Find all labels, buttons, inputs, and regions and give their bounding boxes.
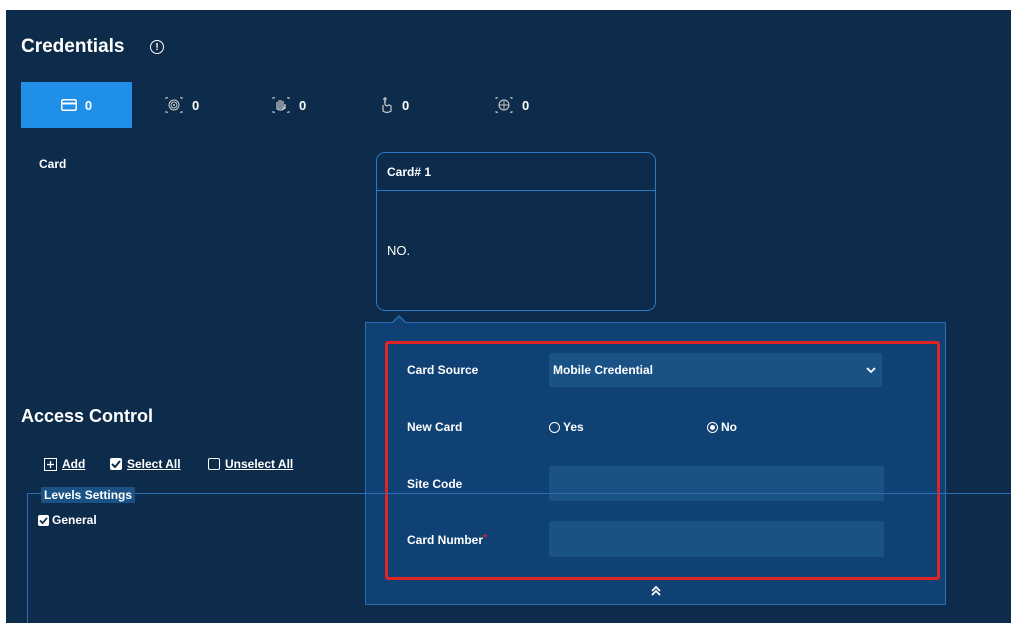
- card-number-input[interactable]: [549, 521, 884, 557]
- radio-unselected-icon: [549, 421, 560, 433]
- access-control-title: Access Control: [21, 406, 154, 426]
- face-icon: [495, 97, 513, 113]
- card-section-label: Card: [39, 157, 67, 171]
- tab-palm[interactable]: 0: [271, 82, 306, 128]
- tab-fingerprint[interactable]: 0: [164, 82, 199, 128]
- chevron-down-icon: [866, 367, 876, 374]
- credentials-title: Credentials: [21, 36, 125, 57]
- site-code-input[interactable]: [549, 466, 884, 501]
- unselect-all-button[interactable]: Unselect All: [208, 457, 293, 471]
- card-number-label-text: Card Number: [407, 533, 484, 547]
- tab-face[interactable]: 0: [494, 82, 529, 128]
- finger-vein-icon: [382, 97, 392, 114]
- new-card-no-label: No: [721, 420, 737, 434]
- card-icon: [60, 99, 77, 111]
- new-card-yes-label: Yes: [563, 420, 584, 434]
- card-source-select[interactable]: Mobile Credential: [549, 353, 882, 387]
- card-slot[interactable]: Card# 1 NO.: [376, 152, 656, 311]
- tab-finger-vein[interactable]: 0: [380, 82, 409, 128]
- level-general-checkbox[interactable]: General: [38, 513, 97, 527]
- card-source-value: Mobile Credential: [553, 363, 654, 377]
- site-code-label: Site Code: [407, 477, 463, 491]
- select-all-button[interactable]: Select All: [110, 457, 181, 471]
- card-slot-number: NO.: [387, 243, 411, 258]
- tab-card[interactable]: 0: [21, 82, 132, 128]
- levels-top-border: [27, 493, 1011, 494]
- add-button[interactable]: Add: [44, 457, 85, 471]
- info-circle-icon[interactable]: !: [150, 40, 164, 54]
- plus-box-icon: [44, 457, 57, 471]
- card-number-label: Card Number*: [407, 533, 487, 547]
- new-card-label: New Card: [407, 420, 463, 434]
- add-label: Add: [62, 457, 86, 471]
- card-slot-header: Card# 1: [387, 165, 432, 179]
- palm-icon: [272, 97, 290, 113]
- card-slot-divider: [377, 190, 655, 191]
- unselect-all-label: Unselect All: [225, 457, 294, 471]
- tab-finger-vein-count: 0: [402, 97, 410, 113]
- level-general-label: General: [52, 513, 97, 527]
- radio-selected-icon: [707, 421, 718, 433]
- levels-settings-legend: Levels Settings: [41, 487, 136, 503]
- fingerprint-icon: [165, 97, 183, 113]
- tab-fingerprint-count: 0: [192, 97, 200, 113]
- new-card-yes-radio[interactable]: Yes: [549, 420, 584, 434]
- levels-left-border: [27, 493, 28, 623]
- new-card-no-radio[interactable]: No: [707, 420, 737, 434]
- tab-face-count: 0: [522, 97, 530, 113]
- tab-card-count: 0: [84, 97, 93, 113]
- double-chevron-up-icon[interactable]: [650, 585, 662, 597]
- card-source-label: Card Source: [407, 363, 479, 377]
- select-all-label: Select All: [127, 457, 181, 471]
- popup-pointer-inner: [392, 317, 406, 324]
- required-asterisk: *: [483, 533, 487, 544]
- checked-box-icon: [110, 458, 122, 470]
- tab-palm-count: 0: [299, 97, 307, 113]
- checked-box-icon: [38, 514, 49, 526]
- unchecked-box-icon: [208, 458, 220, 470]
